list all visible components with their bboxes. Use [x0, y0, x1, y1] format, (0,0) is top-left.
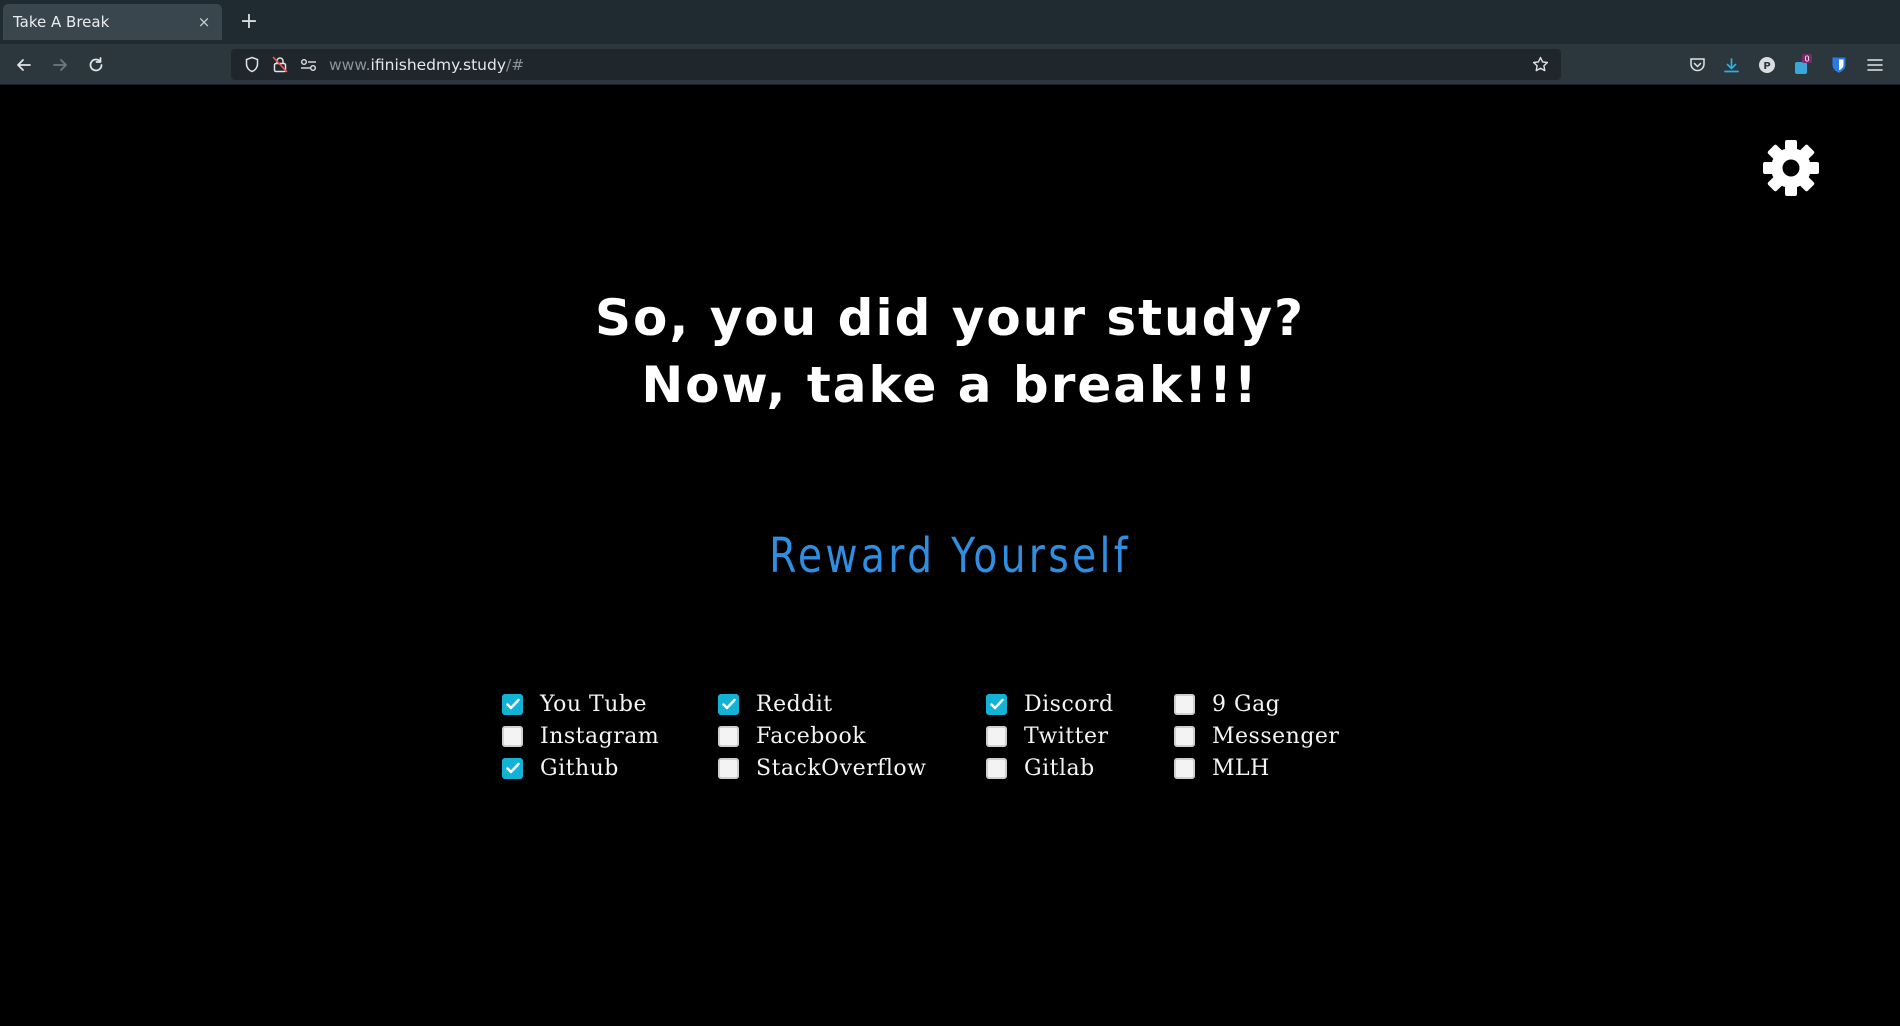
site-checkbox[interactable] — [502, 725, 523, 747]
pocket-icon — [1689, 58, 1705, 72]
gear-icon — [1763, 140, 1819, 196]
reward-yourself-button[interactable]: Reward Yourself — [171, 528, 1729, 584]
download-icon — [1723, 57, 1739, 72]
site-checkbox[interactable] — [718, 757, 739, 779]
site-label: Github — [540, 755, 619, 781]
site-label: Discord — [1024, 691, 1114, 717]
site-label: You Tube — [540, 691, 647, 717]
extension-badge-button[interactable]: 0 — [1790, 52, 1816, 78]
insecure-lock-icon[interactable] — [269, 55, 291, 75]
bitwarden-button[interactable] — [1826, 52, 1852, 78]
site-option[interactable]: 9 Gag — [1174, 688, 1280, 720]
downloads-button[interactable] — [1718, 52, 1744, 78]
site-option[interactable]: Github — [502, 752, 619, 784]
shield-icon[interactable] — [241, 55, 263, 75]
site-label: Instagram — [540, 723, 660, 749]
arrow-left-icon — [17, 59, 31, 71]
arrow-right-icon — [53, 59, 67, 71]
url-prefix: www. — [329, 55, 371, 74]
checkmark-icon — [505, 762, 520, 774]
checkmark-icon — [989, 698, 1004, 710]
back-button[interactable] — [11, 52, 37, 78]
site-checkbox[interactable] — [986, 757, 1007, 779]
navigation-bar: www.ifinishedmy.study/# P 0 — [0, 44, 1900, 85]
headline: So, you did your study? Now, take a brea… — [0, 285, 1900, 419]
site-checkbox[interactable] — [1174, 757, 1195, 779]
forward-button[interactable] — [47, 52, 73, 78]
reload-button[interactable] — [83, 52, 109, 78]
site-label: Gitlab — [1024, 755, 1095, 781]
headline-line-2: Now, take a break!!! — [641, 356, 1259, 414]
extension-icon: 0 — [1795, 54, 1812, 74]
site-option[interactable]: Reddit — [718, 688, 833, 720]
site-checkbox[interactable] — [1174, 725, 1195, 747]
site-label: Reddit — [756, 691, 833, 717]
site-option[interactable]: Discord — [986, 688, 1114, 720]
checkmark-icon — [721, 698, 736, 710]
site-label: Facebook — [756, 723, 867, 749]
site-checkbox[interactable] — [502, 693, 523, 715]
new-tab-button[interactable]: + — [236, 9, 262, 35]
reload-icon — [89, 57, 103, 72]
site-label: Twitter — [1024, 723, 1109, 749]
site-checkbox[interactable] — [986, 725, 1007, 747]
site-label: MLH — [1212, 755, 1270, 781]
site-checkbox[interactable] — [718, 725, 739, 747]
browser-tab[interactable]: Take A Break × — [3, 4, 222, 40]
profile-extension-button[interactable]: P — [1754, 52, 1780, 78]
settings-button[interactable] — [1762, 139, 1820, 197]
permissions-icon[interactable] — [297, 55, 319, 75]
checkmark-icon — [505, 698, 520, 710]
site-option[interactable]: StackOverflow — [718, 752, 926, 784]
pocket-button[interactable] — [1684, 52, 1710, 78]
tab-title: Take A Break — [13, 13, 110, 31]
site-option[interactable]: Instagram — [502, 720, 659, 752]
url-host: ifinishedmy.study — [370, 55, 506, 74]
url-text[interactable]: www.ifinishedmy.study/# — [329, 56, 1529, 74]
bookmark-star-icon[interactable] — [1529, 55, 1551, 75]
site-checkbox[interactable] — [1174, 693, 1195, 715]
url-bar[interactable]: www.ifinishedmy.study/# — [231, 49, 1561, 80]
url-suffix: /# — [506, 55, 525, 74]
tab-close-icon[interactable]: × — [196, 13, 212, 31]
headline-line-1: So, you did your study? — [594, 289, 1306, 347]
site-checkbox[interactable] — [986, 693, 1007, 715]
site-option[interactable]: You Tube — [502, 688, 647, 720]
page-content: So, you did your study? Now, take a brea… — [0, 85, 1900, 1026]
site-label: 9 Gag — [1212, 691, 1281, 717]
shield-extension-icon — [1832, 57, 1846, 73]
hamburger-menu-icon — [1867, 59, 1883, 71]
badge-count: 0 — [1804, 55, 1809, 64]
site-option[interactable]: Twitter — [986, 720, 1108, 752]
menu-button[interactable] — [1862, 52, 1888, 78]
site-option[interactable]: Gitlab — [986, 752, 1095, 784]
site-option[interactable]: Facebook — [718, 720, 866, 752]
site-checkbox[interactable] — [502, 757, 523, 779]
tab-bar: Take A Break × + — [0, 0, 1900, 44]
site-label: Messenger — [1212, 723, 1340, 749]
svg-text:P: P — [1763, 61, 1770, 72]
site-option[interactable]: MLH — [1174, 752, 1270, 784]
profile-p-icon: P — [1759, 57, 1775, 73]
site-checkbox[interactable] — [718, 693, 739, 715]
site-option[interactable]: Messenger — [1174, 720, 1339, 752]
site-label: StackOverflow — [756, 755, 927, 781]
